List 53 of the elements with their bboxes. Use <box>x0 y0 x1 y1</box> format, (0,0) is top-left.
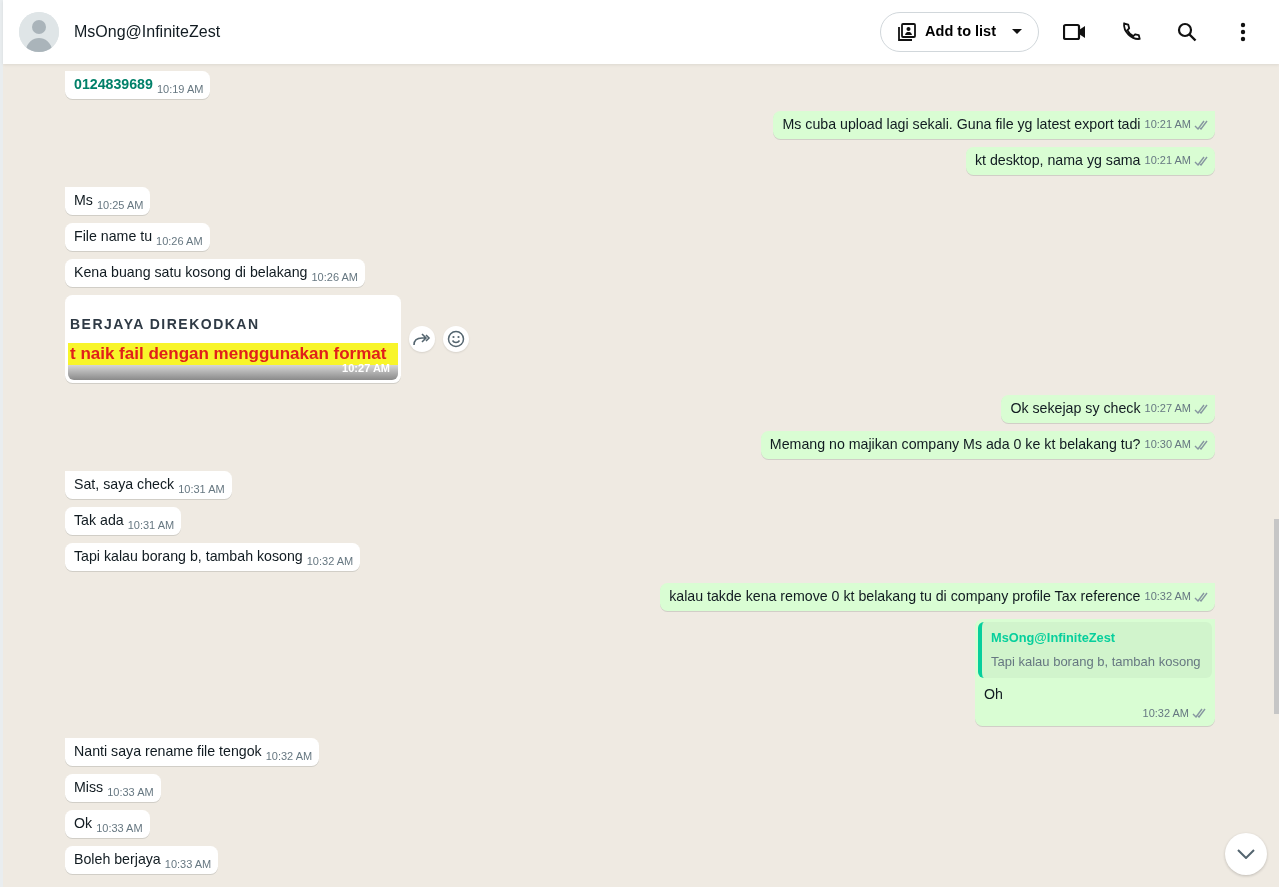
message-time: 10:32 AM <box>306 554 354 569</box>
image-banner: t naik fail dengan menggunakan format <box>68 343 398 365</box>
message-text: Ok sekejap sy check <box>1010 399 1141 418</box>
message-time: 10:32 AM <box>1144 589 1191 604</box>
more-options-icon <box>1240 22 1246 42</box>
message-time: 10:26 AM <box>156 234 203 249</box>
message-time: 10:33 AM <box>96 821 143 837</box>
message-time: 10:31 AM <box>127 518 175 533</box>
caret-icon <box>1012 29 1022 35</box>
message-text: Ok <box>74 814 93 834</box>
message-time: 10:25 AM <box>96 198 144 213</box>
message-time: 10:19 AM <box>156 82 204 97</box>
message-text: Nanti saya rename file tengok <box>74 742 262 762</box>
smiley-icon <box>447 330 465 348</box>
message-time: 10:27 AM <box>1144 401 1191 416</box>
scroll-down-button[interactable] <box>1225 833 1267 875</box>
message-text: Ms cuba upload lagi sekali. Guna file yg latest export tadi <box>782 115 1141 134</box>
message-text: Sat, saya check <box>74 475 175 494</box>
message-text: Ms <box>74 191 93 210</box>
forward-button[interactable] <box>409 326 435 352</box>
message-time: 10:21 AM <box>1144 117 1191 132</box>
phone-icon <box>1120 21 1142 43</box>
message-text: Memang no majikan company Ms ada 0 ke kt belakang tu? <box>769 435 1141 454</box>
emoji-reaction-button[interactable] <box>443 326 469 352</box>
message-time: 10:30 AM <box>1144 437 1191 452</box>
message-text: kt desktop, nama yg sama <box>974 151 1141 170</box>
message-text: Tapi kalau borang b, tambah kosong <box>74 547 303 566</box>
add-to-list-button[interactable]: Add to list <box>880 12 1039 52</box>
chevron-down-icon <box>1237 849 1255 859</box>
message-time: 10:33 AM <box>107 785 154 801</box>
scrollbar[interactable] <box>1274 519 1279 714</box>
message-text: Kena buang satu kosong di belakang <box>74 263 308 282</box>
message-time: 10:26 AM <box>311 270 358 285</box>
image-heading: BERJAYA DIREKODKAN <box>69 315 261 334</box>
message-text: Miss <box>74 778 104 798</box>
quote-text: Tapi kalau borang b, tambah kosong <box>991 653 1202 672</box>
message-text: Tak ada <box>74 511 124 530</box>
message-time: 10:33 AM <box>164 857 212 873</box>
message-time: 10:32 AM <box>265 749 313 765</box>
forward-icon <box>413 332 431 346</box>
contact-card-icon <box>897 22 918 42</box>
quote-author: MsOng@InfiniteZest <box>991 629 1117 647</box>
message-text: Oh <box>984 684 1004 704</box>
message-time: 10:32 AM <box>1142 706 1189 721</box>
message-time: 10:31 AM <box>178 482 225 497</box>
message-text: Boleh berjaya <box>74 850 161 870</box>
search-icon <box>1177 22 1197 42</box>
message-text: File name tu <box>74 227 153 246</box>
phone-number[interactable]: 0124839689 <box>74 75 153 94</box>
message-text: kalau takde kena remove 0 kt belakang tu di company profile Tax reference <box>669 587 1141 606</box>
contact-name[interactable]: MsOng@InfiniteZest <box>74 20 221 44</box>
message-time: 10:21 AM <box>1144 153 1191 168</box>
video-camera-icon <box>1063 23 1087 41</box>
